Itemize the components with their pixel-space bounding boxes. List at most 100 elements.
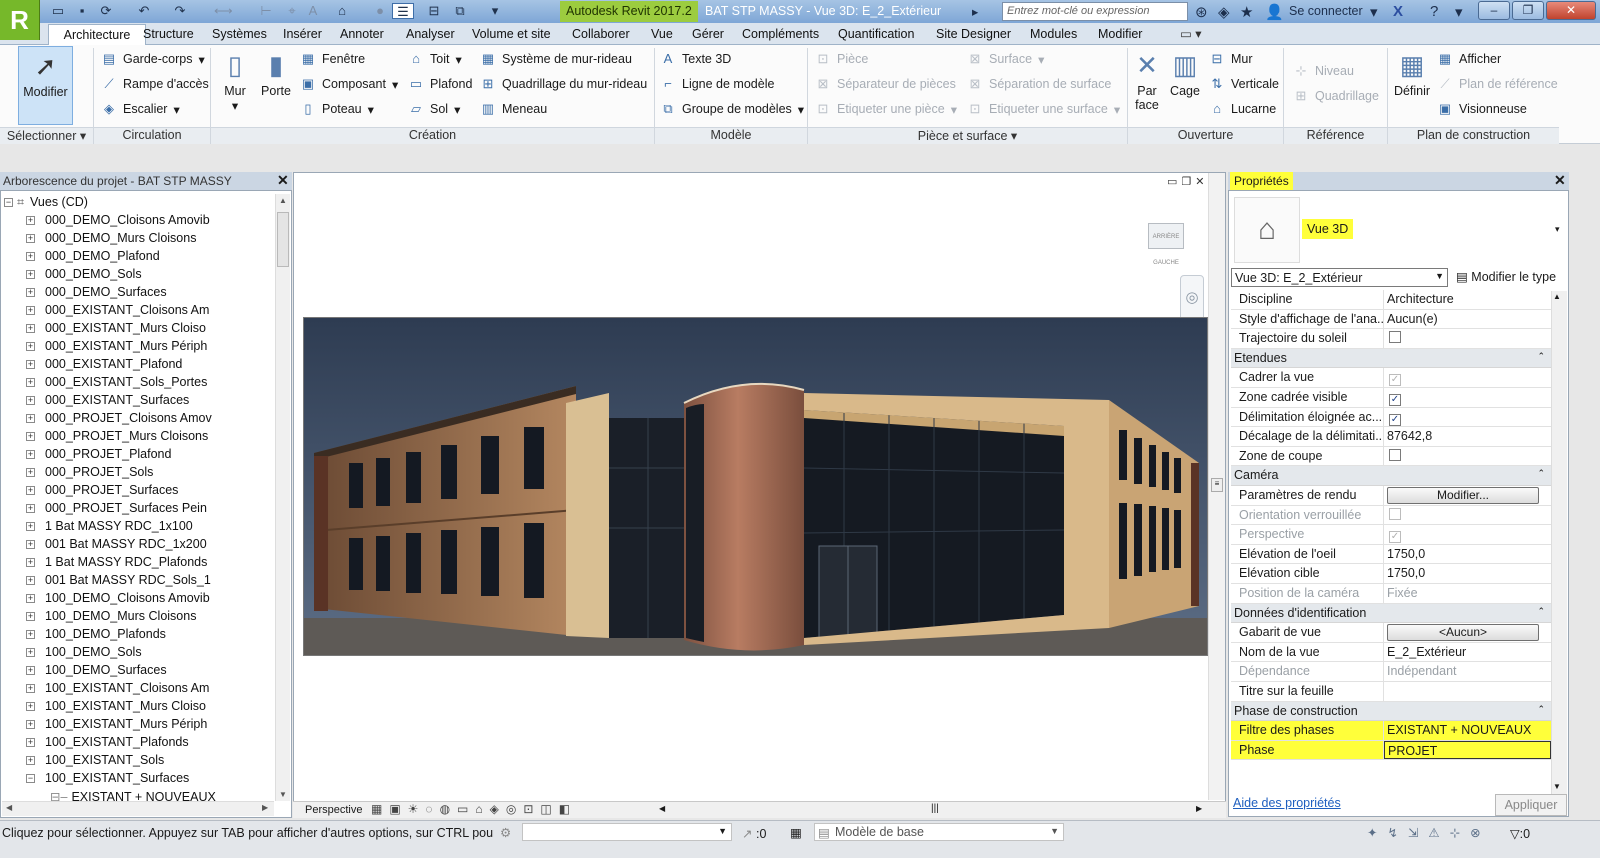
tree-item[interactable]: +1 Bat MASSY RDC_Plafonds bbox=[26, 555, 207, 573]
tab-complements[interactable]: Compléments bbox=[742, 26, 819, 45]
collapse-group-icon[interactable]: ⌃ bbox=[1537, 606, 1545, 617]
model-group-dropdown-icon[interactable]: ▾ bbox=[798, 102, 804, 117]
section-icon[interactable]: ● bbox=[372, 3, 388, 19]
close-hidden-icon[interactable]: ⊟ bbox=[426, 3, 442, 19]
tab-modules[interactable]: Modules bbox=[1030, 26, 1077, 45]
shaft-button[interactable]: ▥ Cage bbox=[1166, 46, 1204, 98]
ref-plane-button[interactable]: ⟋ Plan de référence bbox=[1437, 74, 1557, 94]
3d-view-icon[interactable]: ⌂ bbox=[334, 3, 350, 19]
tree-item[interactable]: +100_DEMO_Sols bbox=[26, 645, 142, 663]
model-group-button[interactable]: ⧉ Groupe de modèles ▾ bbox=[660, 99, 804, 119]
project-browser-close-icon[interactable]: ✕ bbox=[277, 172, 289, 189]
expand-icon[interactable]: + bbox=[26, 594, 35, 603]
subscription-icon[interactable]: ◈ bbox=[1218, 3, 1230, 21]
tree-item[interactable]: +000_PROJET_Plafond bbox=[26, 447, 171, 465]
tree-item[interactable]: +000_DEMO_Cloisons Amovib bbox=[26, 213, 210, 231]
property-value[interactable]: EXISTANT + NOUVEAUX bbox=[1384, 721, 1551, 740]
building-render[interactable] bbox=[303, 317, 1208, 656]
selection-mode-icons[interactable]: ✦↯⇲⚠⊹⊗ bbox=[1367, 825, 1491, 840]
railing-dropdown-icon[interactable]: ▾ bbox=[198, 52, 204, 67]
expand-icon[interactable]: + bbox=[26, 630, 35, 639]
collapse-group-icon[interactable]: ⌃ bbox=[1537, 351, 1545, 362]
tree-item[interactable]: +000_EXISTANT_Sols_Portes bbox=[26, 375, 207, 393]
tree-item[interactable]: +100_DEMO_Plafonds bbox=[26, 627, 166, 645]
browser-scroll-thumb[interactable] bbox=[277, 212, 289, 267]
collapse-icon[interactable]: − bbox=[26, 774, 35, 783]
collapse-group-icon[interactable]: ⌃ bbox=[1537, 704, 1545, 715]
curtain-system-button[interactable]: ▦ Système de mur-rideau bbox=[480, 49, 632, 69]
properties-scrollbar[interactable] bbox=[1551, 291, 1567, 794]
expand-icon[interactable]: + bbox=[26, 738, 35, 747]
editable-only-icon[interactable]: ▦ bbox=[790, 825, 802, 840]
tab-vue[interactable]: Vue bbox=[651, 26, 673, 45]
view-window-controls[interactable]: ▭❐✕ bbox=[1167, 175, 1208, 188]
expand-icon[interactable]: + bbox=[26, 666, 35, 675]
viewcube[interactable]: ARRIÈRE GAUCHE bbox=[1148, 223, 1184, 266]
scroll-down-icon[interactable]: ▼ bbox=[279, 790, 287, 799]
open-icon[interactable]: ▭ bbox=[50, 3, 66, 19]
tree-item[interactable]: +000_EXISTANT_Plafond bbox=[26, 357, 182, 375]
model-text-button[interactable]: A Texte 3D bbox=[660, 49, 732, 69]
expand-icon[interactable]: + bbox=[26, 576, 35, 585]
tree-item[interactable]: +000_DEMO_Sols bbox=[26, 267, 142, 285]
stair-button[interactable]: ◈ Escalier ▾ bbox=[101, 99, 180, 119]
help-icon[interactable]: ? bbox=[1430, 3, 1438, 20]
expand-icon[interactable]: + bbox=[26, 306, 35, 315]
tree-item[interactable]: +100_DEMO_Murs Cloisons bbox=[26, 609, 196, 627]
filter-count[interactable]: ▽:0 bbox=[1510, 826, 1530, 841]
redo-icon[interactable]: ↷ bbox=[172, 3, 188, 19]
collapse-icon[interactable]: − bbox=[4, 198, 13, 207]
workset-dropdown[interactable]: ▼ bbox=[522, 823, 732, 841]
tab-analyser[interactable]: Analyser bbox=[406, 26, 455, 45]
property-row[interactable]: Titre sur la feuille bbox=[1231, 682, 1551, 702]
tab-quantification[interactable]: Quantification bbox=[838, 26, 914, 45]
property-row[interactable]: Décalage de la délimitati... 87642,8 bbox=[1231, 427, 1551, 447]
tree-item[interactable]: +000_DEMO_Plafond bbox=[26, 249, 160, 267]
property-edit-button[interactable]: Modifier... bbox=[1387, 487, 1539, 504]
property-row[interactable]: Cadrer la vue ✓ bbox=[1231, 368, 1551, 388]
expand-icon[interactable]: + bbox=[26, 612, 35, 621]
props-scroll-up-icon[interactable]: ▲ bbox=[1553, 292, 1561, 301]
tree-item[interactable]: +100_EXISTANT_Murs Périph bbox=[26, 717, 207, 735]
tree-item[interactable]: +1 Bat MASSY RDC_1x100 bbox=[26, 519, 193, 537]
tree-item[interactable]: +000_EXISTANT_Cloisons Am bbox=[26, 303, 209, 321]
model-line-button[interactable]: ⌐ Ligne de modèle bbox=[660, 74, 774, 94]
by-face-button[interactable]: ✕ Par face bbox=[1131, 46, 1163, 112]
property-value[interactable]: E_2_Extérieur bbox=[1384, 643, 1551, 662]
set-workplane-button[interactable]: ▦ Définir bbox=[1391, 46, 1433, 98]
search-input[interactable]: Entrez mot-clé ou expression bbox=[1002, 2, 1188, 21]
checkbox-unchecked[interactable] bbox=[1389, 331, 1401, 344]
tab-site-designer[interactable]: Site Designer bbox=[936, 26, 1011, 45]
favorites-icon[interactable]: ★ bbox=[1240, 3, 1253, 21]
property-row[interactable]: Délimitation éloignée ac... ✓ bbox=[1231, 407, 1551, 428]
scroll-up-icon[interactable]: ▲ bbox=[279, 196, 287, 205]
property-value[interactable]: Aucun(e) bbox=[1384, 310, 1551, 329]
mullion-button[interactable]: ▥ Meneau bbox=[480, 99, 547, 119]
tree-item[interactable]: +000_PROJET_Surfaces bbox=[26, 483, 178, 501]
close-button[interactable]: ✕ bbox=[1546, 1, 1596, 20]
expand-icon[interactable]: + bbox=[26, 414, 35, 423]
room-button[interactable]: ⊡ Pièce bbox=[815, 49, 869, 69]
tree-item[interactable]: +100_EXISTANT_Plafonds bbox=[26, 735, 189, 753]
tree-item[interactable]: +100_EXISTANT_Cloisons Am bbox=[26, 681, 209, 699]
expand-icon[interactable]: + bbox=[26, 252, 35, 261]
property-value[interactable]: 87642,8 bbox=[1384, 427, 1551, 446]
expand-icon[interactable]: + bbox=[26, 756, 35, 765]
thin-lines-icon[interactable]: ☰ bbox=[392, 3, 414, 19]
door-button[interactable]: ▮ Porte bbox=[258, 46, 294, 98]
sign-in-link[interactable]: Se connecter bbox=[1289, 4, 1363, 18]
tab-systemes[interactable]: Systèmes bbox=[212, 26, 267, 45]
expand-icon[interactable]: + bbox=[26, 270, 35, 279]
floor-button[interactable]: ▱ Sol ▾ bbox=[408, 99, 460, 119]
design-option-dropdown[interactable]: ▤ Modèle de base ▼ bbox=[814, 823, 1064, 841]
browser-horizontal-scrollbar[interactable] bbox=[2, 801, 274, 816]
ramp-button[interactable]: ⟋ Rampe d'accès bbox=[101, 74, 208, 94]
tag-room-dropdown-icon[interactable]: ▾ bbox=[951, 102, 957, 117]
customize-qat-icon[interactable]: ▾ bbox=[487, 3, 503, 19]
expand-icon[interactable]: + bbox=[26, 216, 35, 225]
text-icon[interactable]: A bbox=[305, 3, 321, 19]
property-row[interactable]: Elévation cible 1750,0 bbox=[1231, 564, 1551, 584]
exchange-apps-icon[interactable]: X bbox=[1393, 3, 1403, 20]
sign-in-dropdown-icon[interactable]: ▾ bbox=[1370, 3, 1378, 21]
vertical-opening-button[interactable]: ⇅ Verticale bbox=[1209, 74, 1279, 94]
